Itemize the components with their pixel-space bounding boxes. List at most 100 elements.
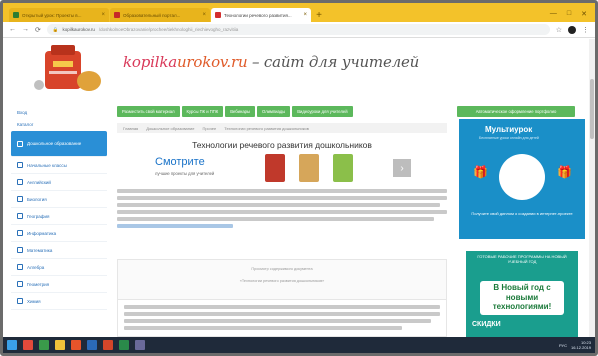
profile-avatar[interactable] (568, 25, 576, 34)
sidebar-item-label: Английский (27, 179, 51, 185)
app-icon[interactable] (135, 340, 145, 350)
sidebar-item-chemistry[interactable]: Химия (11, 293, 107, 310)
category-icon (17, 247, 23, 253)
category-icon (17, 213, 23, 219)
nav-button-portfolio[interactable]: Автоматическое оформление портфолио (457, 106, 575, 117)
url-domain: kopilkaurokov.ru (62, 27, 95, 32)
sidebar-link-login[interactable]: Вход (11, 107, 107, 119)
sidebar-item-biology[interactable]: Биология (11, 191, 107, 208)
ad-subtitle: лучшие проекты для учителей (155, 171, 215, 176)
powerpoint-icon[interactable] (103, 340, 113, 350)
nav-button-videolessons[interactable]: Видеоуроки для учителей (292, 106, 353, 117)
browser-tab-3[interactable]: Технологии речевого развития... × (211, 8, 311, 22)
brand-part-2: urokov.ru (176, 53, 248, 71)
sidebar-item-label: Информатика (27, 230, 57, 236)
ad-headline: Смотрите (155, 156, 205, 168)
sidebar-item-label: Геометрия (27, 281, 50, 287)
site-header: kopilkaurokov.ru – сайт для учителей (3, 39, 595, 97)
url-path: /doshkolnoeObrazovanie/prochee/tiekhnolo… (98, 27, 239, 32)
page-title: Технологии речевого развития дошкольнико… (192, 140, 372, 150)
browser-tab-1[interactable]: Открытый урок: Проекты в... × (9, 8, 109, 22)
close-icon[interactable]: × (101, 12, 105, 18)
tab-favicon-icon (215, 12, 221, 18)
clock[interactable]: 10:23 16.12.2019 (571, 340, 591, 350)
breadcrumb-link[interactable]: Прочее (202, 126, 216, 131)
forward-icon[interactable]: → (22, 26, 29, 33)
category-icon (17, 230, 23, 236)
sidebar-item-label: Алгебра (27, 264, 45, 270)
nav-button-olympiads[interactable]: Олимпиады (257, 106, 291, 117)
sidebar-item-geometry[interactable]: Геометрия (11, 276, 107, 293)
maximize-button[interactable]: □ (567, 10, 571, 18)
banner-foot: СКИДКИ (472, 321, 501, 328)
gift-icon: 🎁 (473, 165, 488, 179)
sidebar-item-geography[interactable]: География (11, 208, 107, 225)
tab-favicon-icon (114, 12, 120, 18)
category-icon (17, 196, 23, 202)
minimize-button[interactable]: — (550, 10, 557, 18)
sidebar-item-english[interactable]: Английский (11, 174, 107, 191)
close-icon[interactable]: × (202, 12, 206, 18)
ny-banner[interactable]: ГОТОВЫЕ РАБОЧИЕ ПРОГРАММЫ НА НОВЫЙ УЧЕБН… (466, 251, 578, 337)
sidebar-item-primary[interactable]: Начальные классы (11, 157, 107, 174)
category-icon (17, 140, 23, 147)
tab-title: Технологии речевого развития... (224, 12, 292, 18)
clock-date: 16.12.2019 (570, 345, 591, 350)
breadcrumb-link[interactable]: Главная (123, 126, 138, 131)
promo-text: Получите свой диплом о создании в интерн… (471, 211, 573, 216)
nav-button-upload[interactable]: Разместить свой материал (117, 106, 180, 117)
language-indicator[interactable]: РУС (559, 343, 567, 348)
browser-toolbar: ← → ⟳ 🔒 kopilkaurokov.ru /doshkolnoeObra… (3, 22, 595, 38)
nav-button-webinars[interactable]: Вебинары (225, 106, 255, 117)
close-icon[interactable]: × (303, 12, 307, 18)
sidebar-link-catalog[interactable]: Каталог (11, 119, 107, 131)
browser-tab-2[interactable]: Образовательный портал... × (110, 8, 210, 22)
sidebar-item-algebra[interactable]: Алгебра (11, 259, 107, 276)
search-icon[interactable] (23, 340, 33, 350)
category-icon (17, 162, 23, 168)
doc-caption-1: Просмотр содержимого документа (251, 267, 313, 271)
new-tab-button[interactable]: + (312, 8, 326, 22)
sidebar-item-math[interactable]: Математика (11, 242, 107, 259)
category-icon (17, 281, 23, 287)
address-bar[interactable]: 🔒 kopilkaurokov.ru /doshkolnoeObrazovani… (46, 24, 550, 35)
task-view-icon[interactable] (39, 340, 49, 350)
text-line (124, 319, 431, 323)
article-body (117, 189, 447, 231)
brand-part-1: kopilka (123, 53, 177, 71)
star-icon[interactable]: ☆ (556, 26, 562, 34)
menu-icon[interactable]: ⋮ (582, 26, 589, 34)
breadcrumb-current: Технологии речевого развития дошкольнико… (224, 125, 309, 131)
page-scrollbar[interactable] (589, 39, 595, 337)
sidebar-item-preschool[interactable]: Дошкольное образование (11, 131, 107, 157)
text-line (117, 203, 441, 207)
file-explorer-icon[interactable] (55, 340, 65, 350)
scroll-thumb[interactable] (590, 79, 594, 139)
window-controls: — □ ✕ (542, 10, 595, 22)
nav-button-courses[interactable]: Курсы ПК и ППК (181, 106, 224, 117)
windows-start-icon[interactable] (7, 340, 17, 350)
browser-window: Открытый урок: Проекты в... × Образовате… (0, 0, 598, 356)
back-icon[interactable]: ← (9, 26, 16, 33)
breadcrumb-link[interactable]: Дошкольное образование (146, 126, 194, 131)
chrome-icon[interactable] (71, 340, 81, 350)
word-icon[interactable] (87, 340, 97, 350)
sidebar-item-informatics[interactable]: Информатика (11, 225, 107, 242)
text-line (117, 217, 434, 221)
ad-banner[interactable]: Смотрите лучшие проекты для учителей › (123, 153, 443, 185)
product-image (265, 154, 285, 182)
sidebar-item-label: Математика (27, 247, 53, 253)
promo-banner[interactable]: Мультиурок Бесплатные уроки онлайн для д… (459, 119, 585, 239)
text-line (117, 224, 233, 228)
excel-icon[interactable] (119, 340, 129, 350)
close-window-button[interactable]: ✕ (581, 10, 587, 18)
piggy-bank-logo-icon[interactable] (31, 41, 111, 101)
tab-strip: Открытый урок: Проекты в... × Образовате… (3, 3, 595, 22)
breadcrumb: Главная Дошкольное образование Прочее Те… (117, 123, 447, 133)
sidebar-item-label: География (27, 213, 50, 219)
sidebar-item-label: Начальные классы (27, 162, 67, 168)
next-arrow-button[interactable]: › (393, 159, 411, 177)
site-brand[interactable]: kopilkaurokov.ru – сайт для учителей (123, 53, 419, 71)
reload-icon[interactable]: ⟳ (35, 26, 41, 34)
doc-caption-2: «Технологии речевого развития дошкольник… (239, 279, 325, 283)
